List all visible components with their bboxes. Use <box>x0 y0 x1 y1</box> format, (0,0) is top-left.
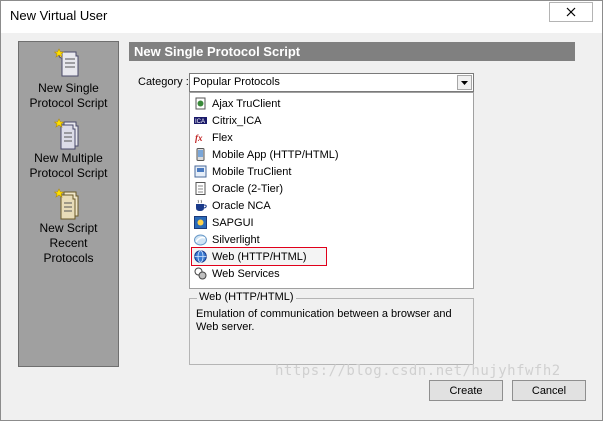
new-virtual-user-dialog: New Virtual User New Single Protocol Scr… <box>0 0 603 421</box>
list-item-web-services[interactable]: Web Services <box>194 265 286 282</box>
sidebar-item-new-single-protocol-script[interactable]: New Single Protocol Script <box>19 48 118 110</box>
recent-script-icon <box>53 188 78 220</box>
sidebar-item-label: New Single <box>38 81 99 95</box>
protocol-label: Oracle NCA <box>212 199 271 212</box>
protocol-label: Web (HTTP/HTML) <box>212 250 307 263</box>
list-item-flex[interactable]: fx Flex <box>194 129 239 146</box>
sidebar-item-label: Protocols <box>43 251 94 265</box>
sapgui-icon <box>194 216 207 229</box>
sidebar-item-label: Protocol Script <box>29 166 108 180</box>
protocol-label: Mobile TruClient <box>212 165 292 178</box>
description-title: Web (HTTP/HTML) <box>197 291 296 303</box>
svg-text:ICA: ICA <box>195 119 205 125</box>
oracle-2tier-icon <box>195 182 206 195</box>
create-button[interactable]: Create <box>429 380 503 401</box>
multiple-script-icon <box>53 118 78 150</box>
mobile-app-icon <box>196 148 205 161</box>
dialog-body: New Single Protocol Script New Multiple … <box>1 33 602 420</box>
sidebar-item-label: New Multiple <box>34 151 103 165</box>
protocol-label: Oracle (2-Tier) <box>212 182 284 195</box>
chevron-down-icon <box>461 80 468 85</box>
protocol-label: Web Services <box>212 267 280 280</box>
title-bar: New Virtual User <box>1 1 602 33</box>
sidebar-item-label: New Script <box>39 221 98 235</box>
flex-icon: fx <box>194 131 207 144</box>
list-item-citrix-ica[interactable]: ICA Citrix_ICA <box>194 112 268 129</box>
protocol-label: Mobile App (HTTP/HTML) <box>212 148 339 161</box>
cancel-button[interactable]: Cancel <box>512 380 586 401</box>
section-header: New Single Protocol Script <box>129 42 575 61</box>
list-item-silverlight[interactable]: Silverlight <box>194 231 266 248</box>
list-item-ajax-truclient[interactable]: Ajax TruClient <box>194 95 286 112</box>
category-select[interactable]: Popular Protocols <box>189 73 474 92</box>
sidebar-item-label: Protocol Script <box>29 96 108 110</box>
sidebar-item-new-multiple-protocol-script[interactable]: New Multiple Protocol Script <box>19 118 118 180</box>
close-icon <box>566 7 576 17</box>
web-http-icon <box>194 250 207 263</box>
window-title: New Virtual User <box>10 8 108 23</box>
mobile-truclient-icon <box>194 165 207 178</box>
protocol-label: Ajax TruClient <box>212 97 281 110</box>
list-item-sapgui[interactable]: SAPGUI <box>194 214 260 231</box>
category-selected-value: Popular Protocols <box>193 76 280 88</box>
list-item-mobile-app[interactable]: Mobile App (HTTP/HTML) <box>194 146 345 163</box>
svg-text:fx: fx <box>195 133 203 143</box>
oracle-nca-icon <box>196 199 207 211</box>
list-item-web-http-html[interactable]: Web (HTTP/HTML) <box>191 247 327 266</box>
single-script-icon <box>53 48 78 77</box>
ajax-truclient-icon <box>195 97 206 110</box>
protocol-label: Silverlight <box>212 233 260 246</box>
protocol-label: Citrix_ICA <box>212 114 262 127</box>
protocol-label: SAPGUI <box>212 216 254 229</box>
protocol-list[interactable]: Ajax TruClient ICA Citrix_ICA fx Flex Mo… <box>189 92 474 289</box>
list-item-oracle-nca[interactable]: Oracle NCA <box>194 197 277 214</box>
list-item-oracle-2-tier[interactable]: Oracle (2-Tier) <box>194 180 289 197</box>
script-type-sidebar: New Single Protocol Script New Multiple … <box>18 41 119 367</box>
description-text: Emulation of communication between a bro… <box>196 308 452 333</box>
sidebar-item-label: Recent <box>49 236 88 250</box>
web-services-icon <box>194 267 207 280</box>
list-item-mobile-truclient[interactable]: Mobile TruClient <box>194 163 297 180</box>
close-button[interactable] <box>549 2 593 22</box>
citrix-icon: ICA <box>194 117 207 125</box>
category-label: Category : <box>138 76 189 88</box>
protocol-label: Flex <box>212 131 233 144</box>
protocol-description-box: Web (HTTP/HTML) Emulation of communicati… <box>189 291 474 365</box>
sidebar-item-new-script-recent-protocols[interactable]: New Script Recent Protocols <box>19 188 118 265</box>
category-dropdown-button[interactable] <box>457 75 472 90</box>
silverlight-icon <box>194 234 207 246</box>
